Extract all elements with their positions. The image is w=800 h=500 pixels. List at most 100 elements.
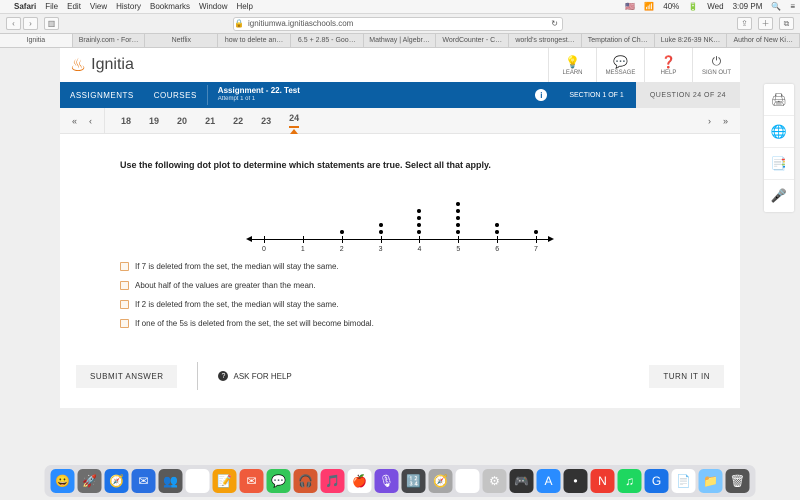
nav-assignments[interactable]: ASSIGNMENTS: [60, 91, 144, 100]
dock-app[interactable]: 🎵: [321, 469, 345, 493]
reload-icon[interactable]: ↻: [551, 19, 558, 28]
menu-item[interactable]: Help: [236, 2, 252, 11]
dock-app[interactable]: 🍎: [348, 469, 372, 493]
header-message[interactable]: 💬MESSAGE: [596, 48, 644, 82]
nav-back-button[interactable]: ‹: [6, 17, 21, 30]
side-tool[interactable]: 🌐: [764, 116, 794, 148]
browser-tab[interactable]: Ignitia: [0, 34, 73, 47]
turn-it-in-button[interactable]: TURN IT IN: [649, 365, 724, 388]
checkbox[interactable]: [120, 319, 129, 328]
browser-tabs: IgnitiaBrainly.com - For…Netflixhow to d…: [0, 34, 800, 48]
browser-tab[interactable]: world's strongest…: [509, 34, 582, 47]
ask-for-help-button[interactable]: ? ASK FOR HELP: [218, 371, 291, 381]
browser-tab[interactable]: Netflix: [145, 34, 218, 47]
dock-app[interactable]: 😀: [51, 469, 75, 493]
data-dot: [379, 230, 383, 234]
dock-app[interactable]: 👥: [159, 469, 183, 493]
dock-app[interactable]: 🎧: [294, 469, 318, 493]
dock-app[interactable]: 🧭: [105, 469, 129, 493]
brand-name: Ignitia: [91, 56, 134, 74]
dock-app[interactable]: 13: [456, 469, 480, 493]
nav-fwd-button[interactable]: ›: [23, 17, 38, 30]
share-button[interactable]: ⇪: [737, 17, 752, 30]
menu-item[interactable]: View: [90, 2, 107, 11]
checkbox[interactable]: [120, 262, 129, 271]
browser-tab[interactable]: WordCounter - C…: [436, 34, 509, 47]
browser-tab[interactable]: how to delete an…: [218, 34, 291, 47]
section-indicator[interactable]: SECTION 1 OF 1: [557, 92, 635, 99]
dock-app[interactable]: 📁: [699, 469, 723, 493]
answer-choice[interactable]: If 2 is deleted from the set, the median…: [120, 300, 680, 309]
dock-app[interactable]: 🗑: [726, 469, 750, 493]
dock-app[interactable]: 💬: [267, 469, 291, 493]
info-icon[interactable]: i: [535, 89, 547, 101]
browser-tab[interactable]: Brainly.com - For…: [73, 34, 146, 47]
header-help[interactable]: ❓HELP: [644, 48, 692, 82]
tick-label: 0: [262, 246, 266, 253]
question-number[interactable]: 21: [205, 116, 215, 126]
dock-app[interactable]: 🗓: [186, 469, 210, 493]
address-bar[interactable]: 🔒 ignitiumwa.ignitiaschools.com ↻: [233, 17, 563, 31]
menu-item[interactable]: History: [116, 2, 141, 11]
wifi-icon[interactable]: 📶: [644, 2, 654, 11]
mac-dock: 😀🚀🧭✉👥🗓📝✉💬🎧🎵🍎🎙🔢🧭13⚙🎮A•N♫G📄📁🗑: [45, 465, 756, 497]
browser-tab[interactable]: Mathway | Algebr…: [364, 34, 437, 47]
prev-question-icon[interactable]: ‹: [89, 116, 92, 126]
dock-app[interactable]: 📝: [213, 469, 237, 493]
newtab-button[interactable]: ＋: [758, 17, 773, 30]
side-tool[interactable]: 🎤: [764, 180, 794, 212]
menu-item[interactable]: Window: [199, 2, 227, 11]
menu-app[interactable]: Safari: [14, 2, 36, 11]
sidebar-button[interactable]: ▥: [44, 17, 59, 30]
dock-app[interactable]: 🎮: [510, 469, 534, 493]
browser-tab[interactable]: 6.5 + 2.85 - Goo…: [291, 34, 364, 47]
dock-app[interactable]: A: [537, 469, 561, 493]
question-number[interactable]: 23: [261, 116, 271, 126]
dock-app[interactable]: ♫: [618, 469, 642, 493]
header-sign-out[interactable]: ⏻SIGN OUT: [692, 48, 740, 82]
browser-tab[interactable]: Temptation of Ch…: [582, 34, 655, 47]
browser-tab[interactable]: Luke 8:26-39 NK…: [655, 34, 728, 47]
checkbox[interactable]: [120, 281, 129, 290]
question-number[interactable]: 22: [233, 116, 243, 126]
menu-item[interactable]: File: [45, 2, 58, 11]
dock-app[interactable]: 🎙: [375, 469, 399, 493]
tabs-button[interactable]: ⧉: [779, 17, 794, 30]
dock-app[interactable]: G: [645, 469, 669, 493]
answer-choice[interactable]: If one of the 5s is deleted from the set…: [120, 319, 680, 328]
dock-app[interactable]: 🚀: [78, 469, 102, 493]
first-question-icon[interactable]: «: [72, 116, 77, 126]
question-number[interactable]: 24: [289, 113, 299, 128]
menu-item[interactable]: Edit: [67, 2, 81, 11]
dock-app[interactable]: 🔢: [402, 469, 426, 493]
checkbox[interactable]: [120, 300, 129, 309]
dock-app[interactable]: 🧭: [429, 469, 453, 493]
side-tool[interactable]: 🖨: [764, 84, 794, 116]
dock-app[interactable]: ⚙: [483, 469, 507, 493]
flag-icon[interactable]: 🇺🇸: [625, 2, 635, 11]
submit-answer-button[interactable]: SUBMIT ANSWER: [76, 365, 177, 388]
question-number[interactable]: 19: [149, 116, 159, 126]
next-question-icon[interactable]: ›: [708, 116, 711, 126]
dock-app[interactable]: ✉: [132, 469, 156, 493]
dock-app[interactable]: N: [591, 469, 615, 493]
dock-app[interactable]: 📄: [672, 469, 696, 493]
search-icon[interactable]: 🔍: [771, 2, 781, 11]
header-learn[interactable]: 💡LEARN: [548, 48, 596, 82]
menu-day: Wed: [707, 2, 723, 11]
nav-courses[interactable]: COURSES: [144, 91, 207, 100]
menu-extra-icon[interactable]: ≡: [790, 2, 795, 11]
question-indicator[interactable]: QUESTION 24 OF 24: [636, 82, 740, 108]
menu-item[interactable]: Bookmarks: [150, 2, 190, 11]
last-question-icon[interactable]: »: [723, 116, 728, 126]
choice-text: If 2 is deleted from the set, the median…: [135, 300, 339, 309]
question-number[interactable]: 20: [177, 116, 187, 126]
dock-app[interactable]: ✉: [240, 469, 264, 493]
answer-choice[interactable]: If 7 is deleted from the set, the median…: [120, 262, 680, 271]
side-tool[interactable]: 📑: [764, 148, 794, 180]
brand-logo[interactable]: ♨ Ignitia: [70, 55, 134, 76]
browser-tab[interactable]: Author of New Ki…: [727, 34, 800, 47]
answer-choice[interactable]: About half of the values are greater tha…: [120, 281, 680, 290]
dock-app[interactable]: •: [564, 469, 588, 493]
question-number[interactable]: 18: [121, 116, 131, 126]
